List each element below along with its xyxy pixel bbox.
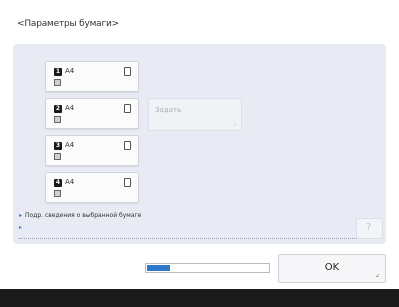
drawer-number-badge: 3 bbox=[54, 142, 62, 150]
drawer-number-badge: 1 bbox=[54, 68, 62, 76]
dotted-divider bbox=[19, 238, 359, 239]
paper-orientation-icon bbox=[124, 141, 131, 150]
help-icon: ? bbox=[366, 222, 372, 233]
paper-size-label: A4 bbox=[65, 178, 75, 186]
paper-size-label: A4 bbox=[65, 67, 75, 75]
paper-type-icon bbox=[54, 116, 61, 123]
corner-mark-icon: ⌟ bbox=[375, 269, 379, 278]
paper-type-icon bbox=[54, 79, 61, 86]
screen-title: <Параметры бумаги> bbox=[17, 19, 120, 29]
drawer-2-button[interactable]: 2 A4 bbox=[45, 98, 139, 129]
paper-details-label: Подр. сведения о выбранной бумаге bbox=[25, 212, 142, 219]
paper-orientation-icon bbox=[124, 67, 131, 76]
ok-button-label: OK bbox=[324, 262, 340, 273]
drawer-4-button[interactable]: 4 A4 bbox=[45, 172, 139, 203]
paper-orientation-icon bbox=[124, 178, 131, 187]
paper-type-icon bbox=[54, 190, 61, 197]
bullet-arrow-icon: ▸ bbox=[19, 212, 23, 219]
paper-details-link[interactable]: ▸ Подр. сведения о выбранной бумаге bbox=[19, 212, 141, 219]
paper-size-label: A4 bbox=[65, 141, 75, 149]
paper-settings-screen: <Параметры бумаги> 1 A4 2 A4 3 A4 4 A4 З… bbox=[0, 0, 399, 307]
drawer-number-badge: 4 bbox=[54, 179, 62, 187]
drawer-number-badge: 2 bbox=[54, 105, 62, 113]
corner-mark-icon: ⌟ bbox=[233, 120, 236, 127]
paper-orientation-icon bbox=[124, 104, 131, 113]
paper-type-icon bbox=[54, 153, 61, 160]
progress-bar bbox=[145, 263, 270, 273]
progress-fill bbox=[147, 265, 170, 271]
set-button-label: Задать bbox=[155, 106, 182, 114]
drawer-3-button[interactable]: 3 A4 bbox=[45, 135, 139, 166]
expand-arrow-icon[interactable]: ▸ bbox=[19, 224, 22, 231]
drawer-1-button[interactable]: 1 A4 bbox=[45, 61, 139, 92]
ok-button[interactable]: OK ⌟ bbox=[278, 254, 386, 283]
set-button[interactable]: Задать ⌟ bbox=[148, 98, 242, 131]
help-button[interactable]: ? bbox=[356, 218, 383, 239]
bottom-status-bar bbox=[0, 289, 399, 307]
paper-size-label: A4 bbox=[65, 104, 75, 112]
